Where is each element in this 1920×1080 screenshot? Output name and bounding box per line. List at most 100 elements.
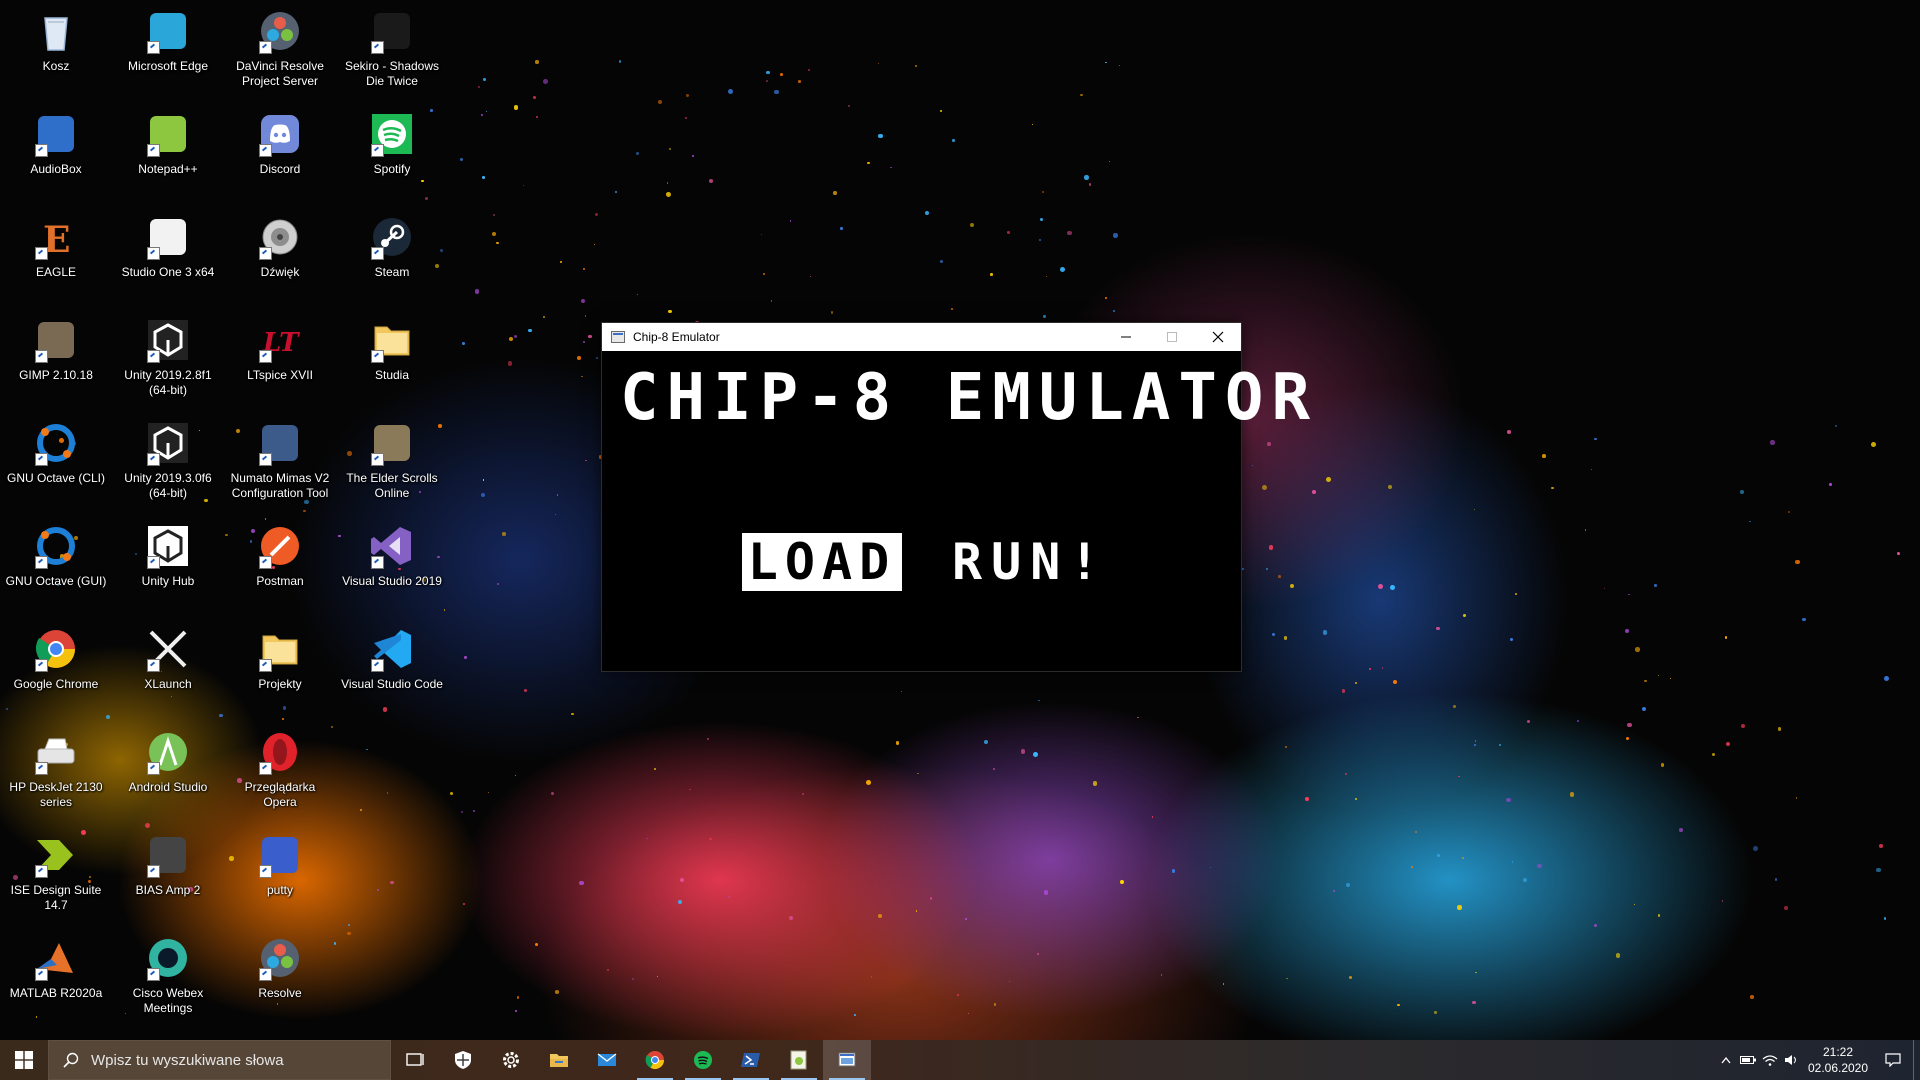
- start-button[interactable]: [0, 1040, 48, 1080]
- paint-speck: [1457, 905, 1462, 910]
- action-center-button[interactable]: [1873, 1040, 1913, 1080]
- desktop-icon-ltspice[interactable]: LT LTspice XVII: [228, 309, 332, 405]
- desktop-icon-speaker[interactable]: Dźwięk: [228, 206, 332, 302]
- paint-speck: [780, 73, 783, 76]
- paint-speck: [1209, 866, 1212, 869]
- paint-speck: [1368, 667, 1372, 671]
- battery-icon[interactable]: [1737, 1040, 1759, 1080]
- paint-speck: [867, 161, 870, 165]
- paint-speck: [485, 110, 487, 112]
- paint-speck: [497, 582, 500, 585]
- desktop-icon-putty[interactable]: putty: [228, 824, 332, 920]
- desktop-icon-visual-studio[interactable]: Visual Studio 2019: [340, 515, 444, 611]
- tray-overflow-chevron-icon[interactable]: [1715, 1040, 1737, 1080]
- paint-speck: [554, 990, 559, 995]
- taskbar-chip8-app-button[interactable]: [823, 1040, 871, 1080]
- desktop-icon-unity[interactable]: Unity 2019.3.0f6 (64-bit): [116, 412, 220, 508]
- desktop-icon-discord[interactable]: Discord: [228, 103, 332, 199]
- desktop-icon-davinci[interactable]: Resolve: [228, 927, 332, 1023]
- emulator-screen[interactable]: CHIP-8 EMULATOR LOAD RUN!: [602, 351, 1310, 671]
- desktop-icon-spotify[interactable]: Spotify: [340, 103, 444, 199]
- desktop-icon-ise[interactable]: ISE Design Suite 14.7: [4, 824, 108, 920]
- desktop-icon-label: Discord: [259, 162, 301, 176]
- paint-speck: [1795, 797, 1797, 799]
- search-box[interactable]: Wpisz tu wyszukiwane słowa: [48, 1040, 391, 1080]
- show-desktop-button[interactable]: [1913, 1040, 1920, 1080]
- minimize-icon: [1121, 336, 1131, 338]
- desktop-icon-davinci[interactable]: DaVinci Resolve Project Server: [228, 0, 332, 96]
- desktop-icon-webex[interactable]: Cisco Webex Meetings: [116, 927, 220, 1023]
- taskbar-file-explorer-button[interactable]: [535, 1040, 583, 1080]
- paint-speck: [684, 116, 688, 119]
- minimize-button[interactable]: [1103, 323, 1149, 351]
- paint-speck: [765, 79, 768, 82]
- taskbar-mail-button[interactable]: [583, 1040, 631, 1080]
- paint-speck: [761, 234, 763, 236]
- paint-speck: [1171, 868, 1176, 873]
- wifi-icon[interactable]: [1759, 1040, 1781, 1080]
- taskbar-powershell-button[interactable]: [727, 1040, 775, 1080]
- desktop-icon-audiobox[interactable]: AudioBox: [4, 103, 108, 199]
- desktop-icon-label: GIMP 2.10.18: [19, 368, 93, 382]
- desktop-icon-unity-hub[interactable]: Unity Hub: [116, 515, 220, 611]
- close-button[interactable]: [1195, 323, 1241, 351]
- desktop-icon-folder[interactable]: Studia: [340, 309, 444, 405]
- paint-speck: [1625, 736, 1629, 740]
- ltspice-icon: LT: [257, 317, 303, 363]
- paint-speck: [1462, 856, 1465, 859]
- desktop-icon-opera[interactable]: Przeglądarka Opera: [228, 721, 332, 817]
- desktop-icon-octave[interactable]: GNU Octave (CLI): [4, 412, 108, 508]
- taskbar-spotify-button[interactable]: [679, 1040, 727, 1080]
- paint-speck: [952, 139, 955, 142]
- desktop-icon-sekiro[interactable]: Sekiro - Shadows Die Twice: [340, 0, 444, 96]
- desktop-icon-printer[interactable]: HP DeskJet 2130 series: [4, 721, 108, 817]
- desktop-icon-edge[interactable]: Microsoft Edge: [116, 0, 220, 96]
- desktop-icon-postman[interactable]: Postman: [228, 515, 332, 611]
- run-button[interactable]: RUN!: [952, 533, 1108, 591]
- paint-speck: [1523, 878, 1528, 883]
- desktop-icon-vscode[interactable]: Visual Studio Code: [340, 618, 444, 714]
- desktop-icon-bias-amp[interactable]: BIAS Amp 2: [116, 824, 220, 920]
- desktop-icon-chrome[interactable]: Google Chrome: [4, 618, 108, 714]
- paint-speck: [1377, 584, 1383, 590]
- maximize-button[interactable]: [1149, 323, 1195, 351]
- desktop-icon-gimp[interactable]: GIMP 2.10.18: [4, 309, 108, 405]
- desktop-icon-octave[interactable]: GNU Octave (GUI): [4, 515, 108, 611]
- desktop-icon-steam[interactable]: Steam: [340, 206, 444, 302]
- paint-speck: [1628, 593, 1630, 596]
- desktop-icon-notepadpp[interactable]: Notepad++: [116, 103, 220, 199]
- paint-speck: [895, 741, 900, 746]
- desktop-icon-matlab[interactable]: MATLAB R2020a: [4, 927, 108, 1023]
- desktop-icon-label: Android Studio: [128, 780, 208, 794]
- desktop-icon-label: GNU Octave (CLI): [6, 471, 105, 485]
- desktop-icon-eso[interactable]: The Elder Scrolls Online: [340, 412, 444, 508]
- desktop-icon-folder[interactable]: Projekty: [228, 618, 332, 714]
- taskbar-notepadpp-button[interactable]: [775, 1040, 823, 1080]
- paint-speck: [1721, 900, 1724, 902]
- chip8-emulator-window[interactable]: Chip-8 Emulator CHIP-8 EMULATOR LOAD RUN…: [601, 322, 1310, 672]
- desktop-icon-unity[interactable]: Unity 2019.2.8f1 (64-bit): [116, 309, 220, 405]
- paint-speck: [970, 222, 975, 227]
- desktop-icon-eagle[interactable]: E EAGLE: [4, 206, 108, 302]
- paint-speck: [582, 267, 586, 271]
- desktop-icon-xlaunch[interactable]: XLaunch: [116, 618, 220, 714]
- volume-icon[interactable]: [1781, 1040, 1803, 1080]
- taskbar-settings-gear-button[interactable]: [487, 1040, 535, 1080]
- paint-speck: [1679, 827, 1684, 832]
- window-titlebar[interactable]: Chip-8 Emulator: [602, 323, 1241, 351]
- desktop-icon-label: Visual Studio Code: [341, 677, 443, 691]
- desktop-icon-recycle-bin[interactable]: Kosz: [4, 0, 108, 96]
- desktop-icon-studio-one[interactable]: Studio One 3 x64: [116, 206, 220, 302]
- desktop-icon-android-studio[interactable]: Android Studio: [116, 721, 220, 817]
- taskbar-task-view-button[interactable]: [391, 1040, 439, 1080]
- desktop-icon-numato[interactable]: Numato Mimas V2 Configuration Tool: [228, 412, 332, 508]
- chrome-icon: [33, 626, 79, 672]
- paint-speck: [636, 152, 640, 156]
- taskbar-chrome-button[interactable]: [631, 1040, 679, 1080]
- clock[interactable]: 21:22 02.06.2020: [1803, 1044, 1873, 1076]
- paint-speck: [1512, 861, 1514, 863]
- sekiro-icon: [369, 8, 415, 54]
- shortcut-arrow-icon: [371, 41, 384, 54]
- taskbar-security-shield-button[interactable]: [439, 1040, 487, 1080]
- load-button[interactable]: LOAD: [742, 533, 902, 591]
